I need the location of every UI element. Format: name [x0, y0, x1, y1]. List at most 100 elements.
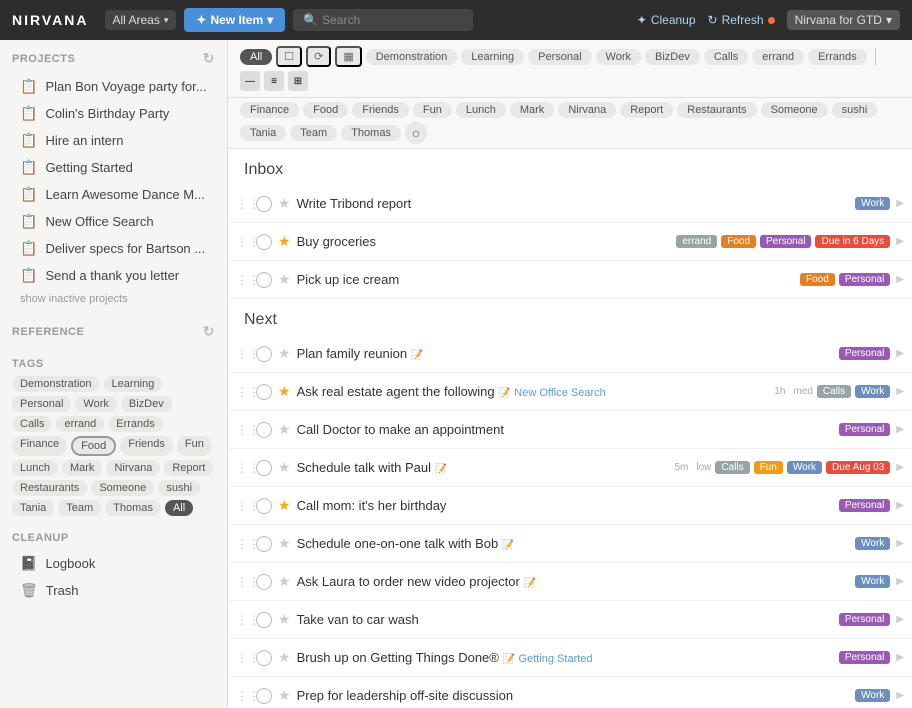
filter-chart-icon[interactable]: ▦ [335, 46, 361, 67]
drag-handle[interactable]: ⋮⋮ [236, 385, 250, 399]
star-icon[interactable]: ★ [278, 535, 291, 552]
filter-tania[interactable]: Tania [240, 125, 286, 141]
drag-handle[interactable]: ⋮⋮ [236, 347, 250, 361]
expand-button[interactable]: ▶ [896, 274, 904, 285]
cleanup-button[interactable]: ✦ Cleanup [637, 13, 696, 27]
tag-tania[interactable]: Tania [12, 500, 54, 516]
tag-fun[interactable]: Fun [177, 436, 212, 456]
filter-fun[interactable]: Fun [413, 102, 452, 118]
filter-work[interactable]: Work [596, 49, 641, 65]
filter-errand[interactable]: errand [752, 49, 804, 65]
star-icon[interactable]: ★ [278, 573, 291, 590]
sidebar-item-project[interactable]: 📋 Plan Bon Voyage party for... [12, 73, 215, 100]
tag-badge-work[interactable]: Work [855, 197, 890, 210]
tag-badge-personal[interactable]: Personal [839, 651, 890, 664]
sidebar-item-project[interactable]: 📋 Deliver specs for Bartson ... [12, 235, 215, 262]
star-icon[interactable]: ★ [278, 383, 291, 400]
expand-button[interactable]: ▶ [896, 576, 904, 587]
drag-handle[interactable]: ⋮⋮ [236, 235, 250, 249]
refresh-icon[interactable]: ↻ [203, 50, 215, 67]
filter-learning[interactable]: Learning [461, 49, 524, 65]
drag-handle[interactable]: ⋮⋮ [236, 689, 250, 703]
filter-bizdev[interactable]: BizDev [645, 49, 700, 65]
expand-button[interactable]: ▶ [896, 386, 904, 397]
tag-demonstration[interactable]: Demonstration [12, 376, 100, 392]
task-checkbox[interactable] [256, 498, 272, 514]
tag-badge-food[interactable]: Food [800, 273, 835, 286]
tag-team[interactable]: Team [58, 500, 101, 516]
project-link[interactable]: New Office Search [514, 387, 606, 399]
star-icon[interactable]: ★ [278, 345, 291, 362]
filter-all[interactable]: All [240, 49, 272, 65]
tag-badge-errand[interactable]: errand [676, 235, 717, 248]
task-checkbox[interactable] [256, 460, 272, 476]
tag-badge-due[interactable]: Due in 6 Days [815, 235, 890, 248]
task-checkbox[interactable] [256, 688, 272, 704]
filter-checkbox-icon[interactable]: ☐ [276, 46, 302, 67]
filter-friends[interactable]: Friends [352, 102, 409, 118]
sidebar-item-project[interactable]: 📋 Learn Awesome Dance M... [12, 181, 215, 208]
refresh-button[interactable]: ↻ Refresh [708, 13, 775, 27]
drag-handle[interactable]: ⋮⋮ [236, 575, 250, 589]
tag-badge-work[interactable]: Work [855, 537, 890, 550]
new-item-button[interactable]: ✦ New Item ▾ [184, 8, 285, 32]
filter-team[interactable]: Team [290, 125, 337, 141]
tag-bizdev[interactable]: BizDev [121, 396, 172, 412]
filter-thomas-row2[interactable]: Thomas [341, 125, 401, 141]
tag-report[interactable]: Report [164, 460, 213, 476]
tag-badge-fun[interactable]: Fun [754, 461, 783, 474]
tag-badge-calls[interactable]: Calls [715, 461, 749, 474]
tag-restaurants[interactable]: Restaurants [12, 480, 87, 496]
tag-errands[interactable]: Errands [108, 416, 163, 432]
account-menu[interactable]: Nirvana for GTD ▾ [787, 10, 900, 30]
tag-badge-due[interactable]: Due Aug 03 [826, 461, 890, 474]
tag-thomas[interactable]: Thomas [105, 500, 161, 516]
sidebar-item-project[interactable]: 📋 Send a thank you letter [12, 262, 215, 289]
star-icon[interactable]: ★ [278, 459, 291, 476]
expand-button[interactable]: ▶ [896, 500, 904, 511]
tag-badge-personal[interactable]: Personal [839, 613, 890, 626]
sidebar-item-project[interactable]: 📋 Colin's Birthday Party [12, 100, 215, 127]
drag-handle[interactable]: ⋮⋮ [236, 613, 250, 627]
tag-badge-food[interactable]: Food [721, 235, 756, 248]
task-checkbox[interactable] [256, 612, 272, 628]
tag-badge-work[interactable]: Work [855, 689, 890, 702]
task-checkbox[interactable] [256, 422, 272, 438]
sidebar-item-project[interactable]: 📋 New Office Search [12, 208, 215, 235]
filter-grid-btn[interactable]: ⊞ [288, 71, 308, 91]
expand-button[interactable]: ▶ [896, 652, 904, 663]
filter-nirvana[interactable]: Nirvana [558, 102, 616, 118]
tag-badge-work[interactable]: Work [855, 575, 890, 588]
star-icon[interactable]: ★ [278, 195, 291, 212]
show-inactive-link[interactable]: show inactive projects [12, 289, 215, 309]
refresh-icon[interactable]: ↻ [203, 323, 215, 340]
star-icon[interactable]: ★ [278, 421, 291, 438]
expand-button[interactable]: ▶ [896, 614, 904, 625]
filter-demonstration[interactable]: Demonstration [366, 49, 458, 65]
star-icon[interactable]: ★ [278, 271, 291, 288]
expand-button[interactable]: ▶ [896, 424, 904, 435]
filter-finance[interactable]: Finance [240, 102, 299, 118]
filter-sushi[interactable]: sushi [832, 102, 878, 118]
sidebar-item-project[interactable]: 📋 Getting Started [12, 154, 215, 181]
filter-personal[interactable]: Personal [528, 49, 591, 65]
filter-lunch[interactable]: Lunch [456, 102, 506, 118]
tag-badge-calls[interactable]: Calls [817, 385, 851, 398]
tag-learning[interactable]: Learning [104, 376, 163, 392]
expand-button[interactable]: ▶ [896, 538, 904, 549]
tag-nirvana[interactable]: Nirvana [106, 460, 160, 476]
expand-button[interactable]: ▶ [896, 348, 904, 359]
filter-close-btn[interactable]: ○ [405, 122, 427, 144]
sidebar-item-project[interactable]: 📋 Hire an intern [12, 127, 215, 154]
filter-someone[interactable]: Someone [761, 102, 828, 118]
filter-clock-icon[interactable]: ⟳ [306, 46, 331, 67]
tag-mark[interactable]: Mark [62, 460, 102, 476]
expand-button[interactable]: ▶ [896, 690, 904, 701]
filter-food[interactable]: Food [303, 102, 348, 118]
tag-friends[interactable]: Friends [120, 436, 173, 456]
tag-badge-personal[interactable]: Personal [839, 347, 890, 360]
task-checkbox[interactable] [256, 196, 272, 212]
task-checkbox[interactable] [256, 650, 272, 666]
tag-badge-work[interactable]: Work [787, 461, 822, 474]
expand-button[interactable]: ▶ [896, 236, 904, 247]
